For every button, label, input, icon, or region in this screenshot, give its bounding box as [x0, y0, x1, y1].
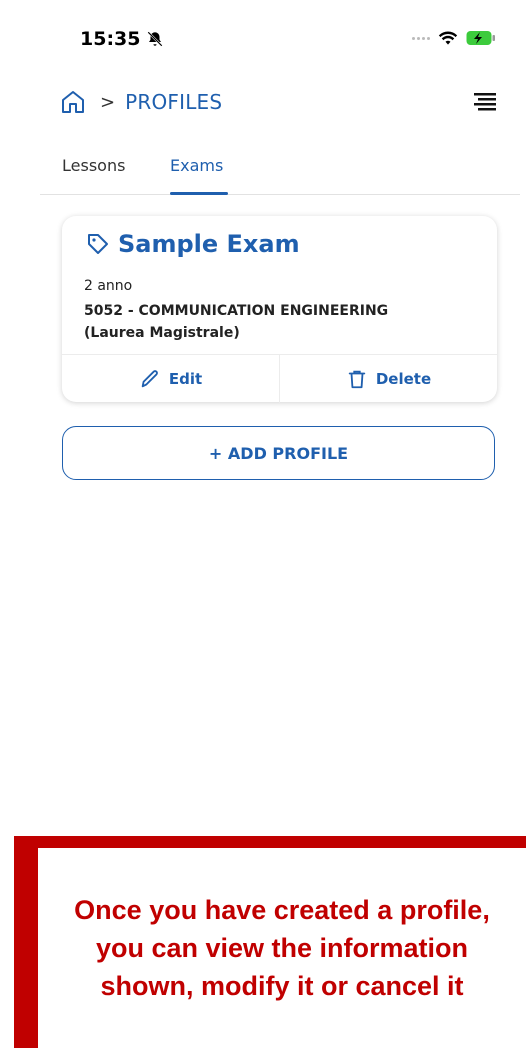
tab-lessons[interactable]: Lessons — [62, 156, 125, 175]
page-title: PROFILES — [125, 90, 223, 114]
status-icons — [412, 30, 496, 46]
edit-button-label: Edit — [168, 370, 203, 388]
delete-button-label: Delete — [375, 370, 432, 388]
annotation-inner: Once you have created a profile, you can… — [38, 848, 526, 1048]
signal-icon — [412, 36, 430, 40]
tab-exams[interactable]: Exams — [170, 156, 223, 175]
annotation-box: Once you have created a profile, you can… — [14, 836, 526, 1048]
delete-button[interactable]: Delete — [279, 355, 497, 403]
tab-bar: Lessons Exams — [40, 150, 520, 195]
tag-icon — [88, 234, 108, 254]
menu-icon[interactable] — [474, 92, 496, 112]
home-icon[interactable] — [60, 89, 86, 115]
status-bar: 15:35 — [0, 0, 526, 80]
profile-card: Sample Exam 2 anno 5052 - COMMUNICATION … — [62, 216, 497, 403]
profile-card-title: Sample Exam — [86, 230, 300, 258]
trash-icon — [348, 370, 366, 389]
breadcrumb-separator: > — [100, 91, 116, 113]
pencil-icon — [141, 370, 158, 388]
profile-title-text: Sample Exam — [118, 230, 300, 258]
status-time: 15:35 — [80, 28, 164, 50]
profile-course: 5052 - COMMUNICATION ENGINEERING (Laurea… — [84, 300, 484, 344]
bell-slash-icon — [147, 31, 164, 47]
profile-course-name: 5052 - COMMUNICATION ENGINEERING — [84, 303, 389, 319]
app-header: > PROFILES — [60, 84, 500, 120]
add-profile-button[interactable]: + ADD PROFILE — [62, 426, 495, 480]
profile-year: 2 anno — [84, 278, 133, 294]
profile-course-type: (Laurea Magistrale) — [84, 325, 240, 341]
wifi-icon — [438, 31, 458, 45]
status-time-text: 15:35 — [80, 28, 141, 50]
edit-button[interactable]: Edit — [62, 355, 279, 403]
profile-card-actions: Edit Delete — [62, 354, 497, 403]
annotation-text: Once you have created a profile, you can… — [74, 895, 490, 1001]
battery-charging-icon — [466, 31, 495, 45]
active-tab-indicator — [170, 192, 228, 195]
